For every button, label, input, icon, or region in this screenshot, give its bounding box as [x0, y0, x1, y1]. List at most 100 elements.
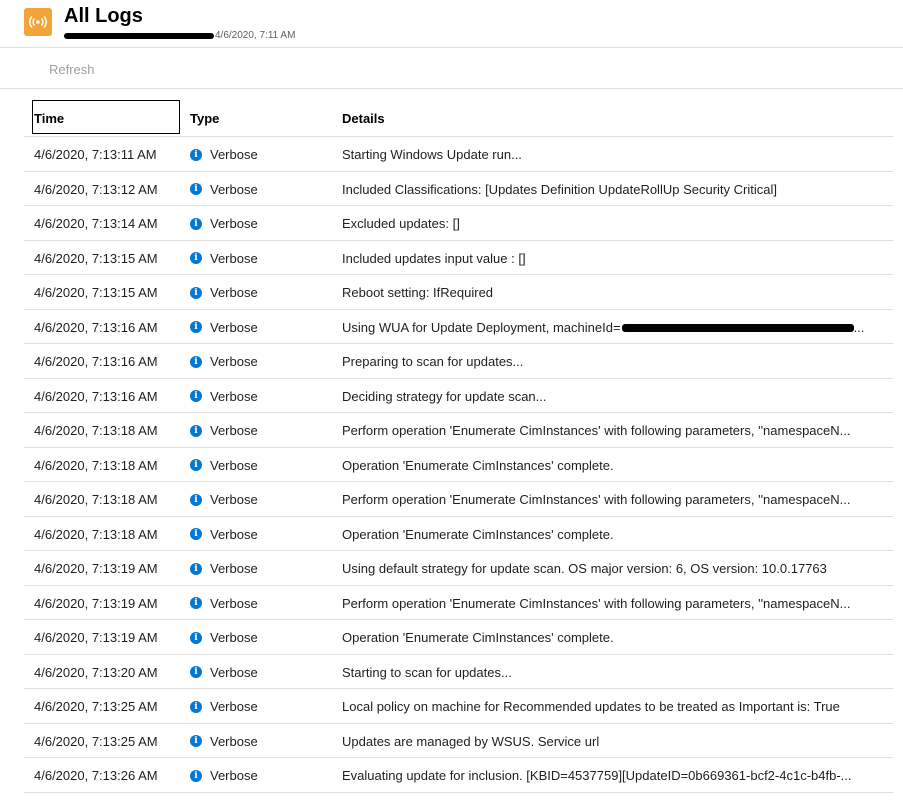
cell-type-label: Verbose [210, 561, 258, 576]
table-row[interactable]: 4/6/2020, 7:13:18 AM i Verbose Perform oper… [24, 413, 893, 448]
cell-time: 4/6/2020, 7:13:26 AM [34, 768, 158, 783]
table-row[interactable]: 4/6/2020, 7:13:18 AM i Verbose Perform oper… [24, 482, 893, 517]
cell-details-text: Starting to scan for updates... [342, 664, 512, 680]
page-subtitle: 4/6/2020, 7:11 AM [64, 30, 295, 41]
table-row[interactable]: 4/6/2020, 7:13:25 AM i Verbose Updates are … [24, 724, 893, 758]
refresh-button[interactable]: Refresh [49, 62, 95, 77]
info-icon: i [190, 631, 202, 644]
page-timestamp: 4/6/2020, 7:11 AM [215, 30, 296, 41]
table-row[interactable]: 4/6/2020, 7:13:18 AM i Verbose Operation 'E… [24, 517, 893, 551]
cell-type-label: Verbose [210, 250, 258, 266]
cell-details-trail: ... [853, 319, 865, 335]
cell-type: i Verbose [190, 734, 258, 749]
cell-time: 4/6/2020, 7:13:25 AM [34, 733, 158, 749]
cell-time: 4/6/2020, 7:13:16 AM [34, 354, 158, 369]
cell-details: Starting Windows Update run... [342, 147, 890, 162]
info-icon: i [190, 183, 202, 195]
cell-time: 4/6/2020, 7:13:15 AM [34, 285, 158, 300]
cell-details-text: Operation 'Enumerate CimInstances' compl… [342, 630, 614, 645]
info-icon: i [190, 700, 202, 713]
cell-details: Operation 'Enumerate CimInstances' compl… [342, 630, 890, 645]
table-row[interactable]: 4/6/2020, 7:13:18 AM i Verbose Operation 'E… [24, 448, 893, 482]
cell-type: i Verbose [190, 492, 258, 507]
cell-type-label: Verbose [210, 147, 258, 162]
cell-type: i Verbose [190, 423, 258, 438]
table-row[interactable]: 4/6/2020, 7:13:19 AM i Verbose Using defaul… [24, 551, 893, 586]
table-row[interactable]: 4/6/2020, 7:13:16 AM i Verbose Using WUA fo… [24, 310, 893, 344]
cell-details: Operation 'Enumerate CimInstances' compl… [342, 458, 890, 473]
grid-body: 4/6/2020, 7:13:11 AM i Verbose Starting Win… [24, 137, 893, 793]
info-icon: i [190, 390, 202, 402]
cell-type: i Verbose [190, 596, 258, 611]
table-row[interactable]: 4/6/2020, 7:13:16 AM i Verbose Deciding str… [24, 379, 893, 413]
page-header: All Logs 4/6/2020, 7:11 AM [0, 0, 903, 48]
table-row[interactable]: 4/6/2020, 7:13:26 AM i Verbose Evaluating u… [24, 758, 893, 793]
cell-time: 4/6/2020, 7:13:19 AM [34, 595, 158, 611]
table-row[interactable]: 4/6/2020, 7:13:14 AM i Verbose Excluded upd… [24, 206, 893, 241]
cell-type-label: Verbose [210, 526, 258, 542]
cell-details-text: Using WUA for Update Deployment, machine… [342, 319, 621, 335]
cell-details-text: Operation 'Enumerate CimInstances' compl… [342, 526, 614, 542]
table-row[interactable]: 4/6/2020, 7:13:19 AM i Verbose Operation 'E… [24, 620, 893, 655]
info-icon: i [190, 562, 202, 575]
cell-time: 4/6/2020, 7:13:12 AM [34, 181, 158, 197]
cell-time: 4/6/2020, 7:13:16 AM [34, 388, 158, 404]
info-icon: i [190, 666, 202, 678]
cell-details: Operation 'Enumerate CimInstances' compl… [342, 527, 890, 542]
cell-type-label: Verbose [210, 181, 258, 197]
cell-type: i Verbose [190, 389, 258, 404]
cell-details: Included Classifications: [Updates Defin… [342, 182, 890, 197]
column-header-time[interactable]: Time [32, 100, 180, 134]
info-icon: i [190, 459, 202, 471]
column-header-details[interactable]: Details [342, 111, 385, 126]
cell-type: i Verbose [190, 251, 258, 266]
table-row[interactable]: 4/6/2020, 7:13:16 AM i Verbose Preparing to… [24, 344, 893, 379]
cell-details-text: Perform operation 'Enumerate CimInstance… [342, 423, 851, 438]
table-row[interactable]: 4/6/2020, 7:13:19 AM i Verbose Perform oper… [24, 586, 893, 620]
cell-time: 4/6/2020, 7:13:20 AM [34, 664, 158, 680]
info-icon: i [190, 493, 202, 506]
cell-details: Reboot setting: IfRequired [342, 285, 890, 300]
cell-type: i Verbose [190, 147, 258, 162]
cell-details: Updates are managed by WSUS. Service url [342, 734, 890, 749]
cell-type-label: Verbose [210, 423, 258, 438]
cell-type: i Verbose [190, 216, 258, 231]
cell-details: Perform operation 'Enumerate CimInstance… [342, 492, 890, 507]
cell-type-label: Verbose [210, 319, 258, 335]
info-icon: i [190, 217, 202, 230]
table-row[interactable]: 4/6/2020, 7:13:15 AM i Verbose Reboot setti… [24, 275, 893, 310]
cell-details: Included updates input value : [] [342, 251, 890, 266]
cell-type: i Verbose [190, 665, 258, 680]
info-icon: i [190, 355, 202, 368]
cell-type: i Verbose [190, 527, 258, 542]
info-icon: i [190, 148, 202, 161]
cell-type: i Verbose [190, 561, 258, 576]
cell-time: 4/6/2020, 7:13:18 AM [34, 423, 158, 438]
cell-time: 4/6/2020, 7:13:18 AM [34, 526, 158, 542]
cell-type: i Verbose [190, 699, 258, 714]
table-row[interactable]: 4/6/2020, 7:13:12 AM i Verbose Included Cla… [24, 172, 893, 206]
logs-grid: Time Type Details 4/6/2020, 7:13:11 AM i V… [24, 100, 893, 793]
cell-details-text: Local policy on machine for Recommended … [342, 699, 840, 714]
cell-details-text: Preparing to scan for updates... [342, 354, 524, 369]
info-icon: i [190, 735, 202, 747]
cell-type-label: Verbose [210, 595, 258, 611]
cell-time: 4/6/2020, 7:13:25 AM [34, 699, 158, 714]
cell-type-label: Verbose [210, 630, 258, 645]
cell-type-label: Verbose [210, 768, 258, 783]
table-row[interactable]: 4/6/2020, 7:13:15 AM i Verbose Included upd… [24, 241, 893, 275]
cell-time: 4/6/2020, 7:13:16 AM [34, 319, 158, 335]
table-row[interactable]: 4/6/2020, 7:13:20 AM i Verbose Starting to … [24, 655, 893, 689]
table-row[interactable]: 4/6/2020, 7:13:11 AM i Verbose Starting Win… [24, 137, 893, 172]
cell-details-text: Evaluating update for inclusion. [KBID=4… [342, 768, 852, 783]
cell-details: Preparing to scan for updates... [342, 354, 890, 369]
cell-type-label: Verbose [210, 699, 258, 714]
column-header-type[interactable]: Type [190, 111, 219, 126]
info-icon: i [190, 321, 202, 333]
cell-type: i Verbose [190, 354, 258, 369]
cell-type: i Verbose [190, 768, 258, 783]
cell-details: Local policy on machine for Recommended … [342, 699, 890, 714]
toolbar: Refresh [0, 48, 903, 89]
cell-type: i Verbose [190, 320, 258, 335]
table-row[interactable]: 4/6/2020, 7:13:25 AM i Verbose Local policy… [24, 689, 893, 724]
